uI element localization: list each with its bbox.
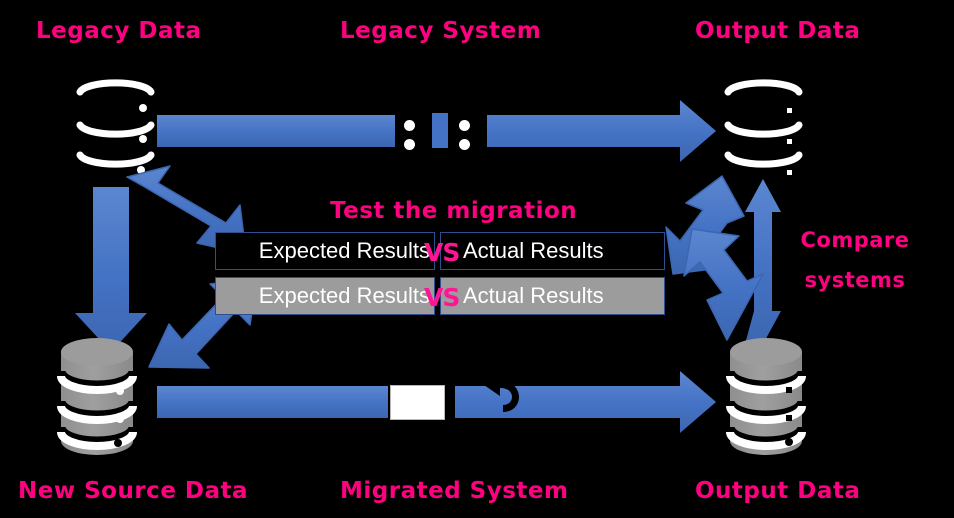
label-compare-line2: systems (804, 268, 906, 292)
node-legacy-data-cylinder (76, 79, 155, 178)
actual-results-box-top[interactable]: Actual Results (440, 232, 665, 270)
actual-results-label-top: Actual Results (463, 238, 604, 263)
label-legacy-system: Legacy System (340, 18, 542, 44)
vs-label-bottom: VS (424, 283, 460, 312)
connector-actual-from-bottom (683, 228, 764, 341)
actual-results-label-bottom: Actual Results (463, 283, 604, 308)
label-legacy-data: Legacy Data (36, 18, 202, 44)
label-compare-line1: Compare (800, 228, 910, 252)
connector-migrate-data (75, 187, 147, 352)
expected-results-box-bottom[interactable]: Expected Results (215, 277, 435, 315)
pause-dots-icon-left (404, 120, 415, 150)
label-migrated-system: Migrated System (340, 478, 569, 504)
label-output-data-top: Output Data (695, 18, 861, 44)
return-arrow-icon (484, 374, 519, 412)
expected-results-box-top[interactable]: Expected Results (215, 232, 435, 270)
connector-legacy-pipeline (157, 100, 716, 162)
label-test-the-migration: Test the migration (330, 198, 578, 224)
diagram-canvas: Expected Results Actual Results VS Expec… (0, 0, 954, 518)
node-output-data-top-cylinder (724, 79, 803, 178)
migrated-system-marker (390, 385, 445, 420)
label-new-source-data: New Source Data (18, 478, 249, 504)
actual-results-box-bottom[interactable]: Actual Results (440, 277, 665, 315)
expected-results-label-top: Expected Results (258, 238, 430, 263)
pause-dots-icon-right (459, 120, 470, 150)
connector-compare-outputs (745, 179, 781, 344)
node-output-data-bottom-cylinder (725, 338, 807, 455)
node-new-source-data-cylinder (56, 338, 138, 455)
label-output-data-bottom: Output Data (695, 478, 861, 504)
connector-actual-from-top (665, 175, 745, 275)
vs-label-top: VS (424, 238, 460, 267)
expected-results-label-bottom: Expected Results (258, 283, 430, 308)
